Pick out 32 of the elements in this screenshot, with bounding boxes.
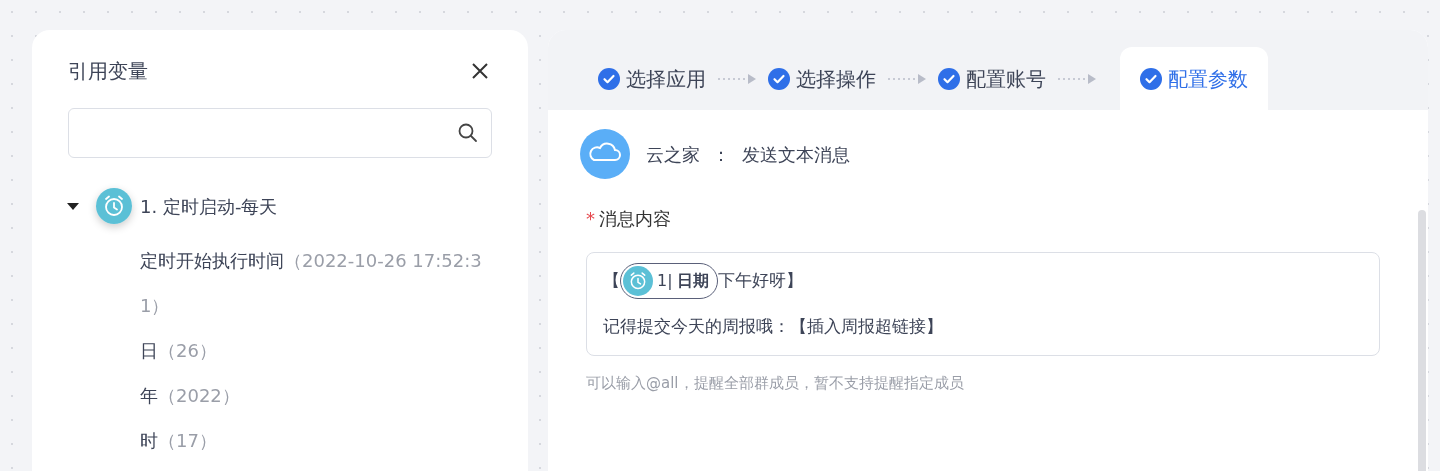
message-editor[interactable]: 【 1| 日期 下午好呀】 记得提交今天的周报哦：【插入周报超链接】 [586,252,1380,356]
required-asterisk: * [586,207,595,231]
close-icon [471,62,489,80]
check-circle-icon [598,67,620,90]
dotted-arrow-icon [1058,73,1096,84]
step-tab[interactable]: 配置参数 [1120,47,1268,110]
variable-item[interactable]: 日（26） [140,328,484,373]
message-text: 下午好呀】 [717,269,803,293]
message-text: 记得提交今天的周报哦：【插入周报超链接】 [603,315,943,339]
step-tab[interactable]: 选择应用 [598,47,706,110]
step-tab[interactable]: 选择操作 [768,47,876,110]
message-text: 【 [603,269,620,293]
panel-title: 引用变量 [68,58,148,85]
action-title: 云之家 ： 发送文本消息 [646,142,850,167]
alarm-clock-icon [96,188,132,224]
group-label: 1. 定时启动-每天 [140,194,278,219]
field-hint: 可以输入@all，提醒全部群成员，暂不支持提醒指定成员 [586,373,965,394]
dotted-arrow-icon [888,73,926,84]
search-field[interactable] [68,108,492,158]
search-icon [457,122,479,144]
cloud-icon [580,129,630,179]
check-circle-icon [768,67,790,90]
step-tab[interactable]: 配置账号 [938,47,1046,110]
field-label: 消息内容 [599,207,671,231]
check-circle-icon [938,67,960,90]
alarm-clock-icon [623,266,653,296]
variable-item[interactable]: 年（2022） [140,373,484,418]
check-circle-icon [1140,67,1162,90]
dotted-arrow-icon [718,73,756,84]
variable-item[interactable]: 时（17） [140,418,484,463]
variable-item[interactable]: 定时开始执行时间（2022-10-26 17:52:31） [140,238,484,328]
tree-group[interactable]: 1. 定时启动-每天 [68,188,492,224]
